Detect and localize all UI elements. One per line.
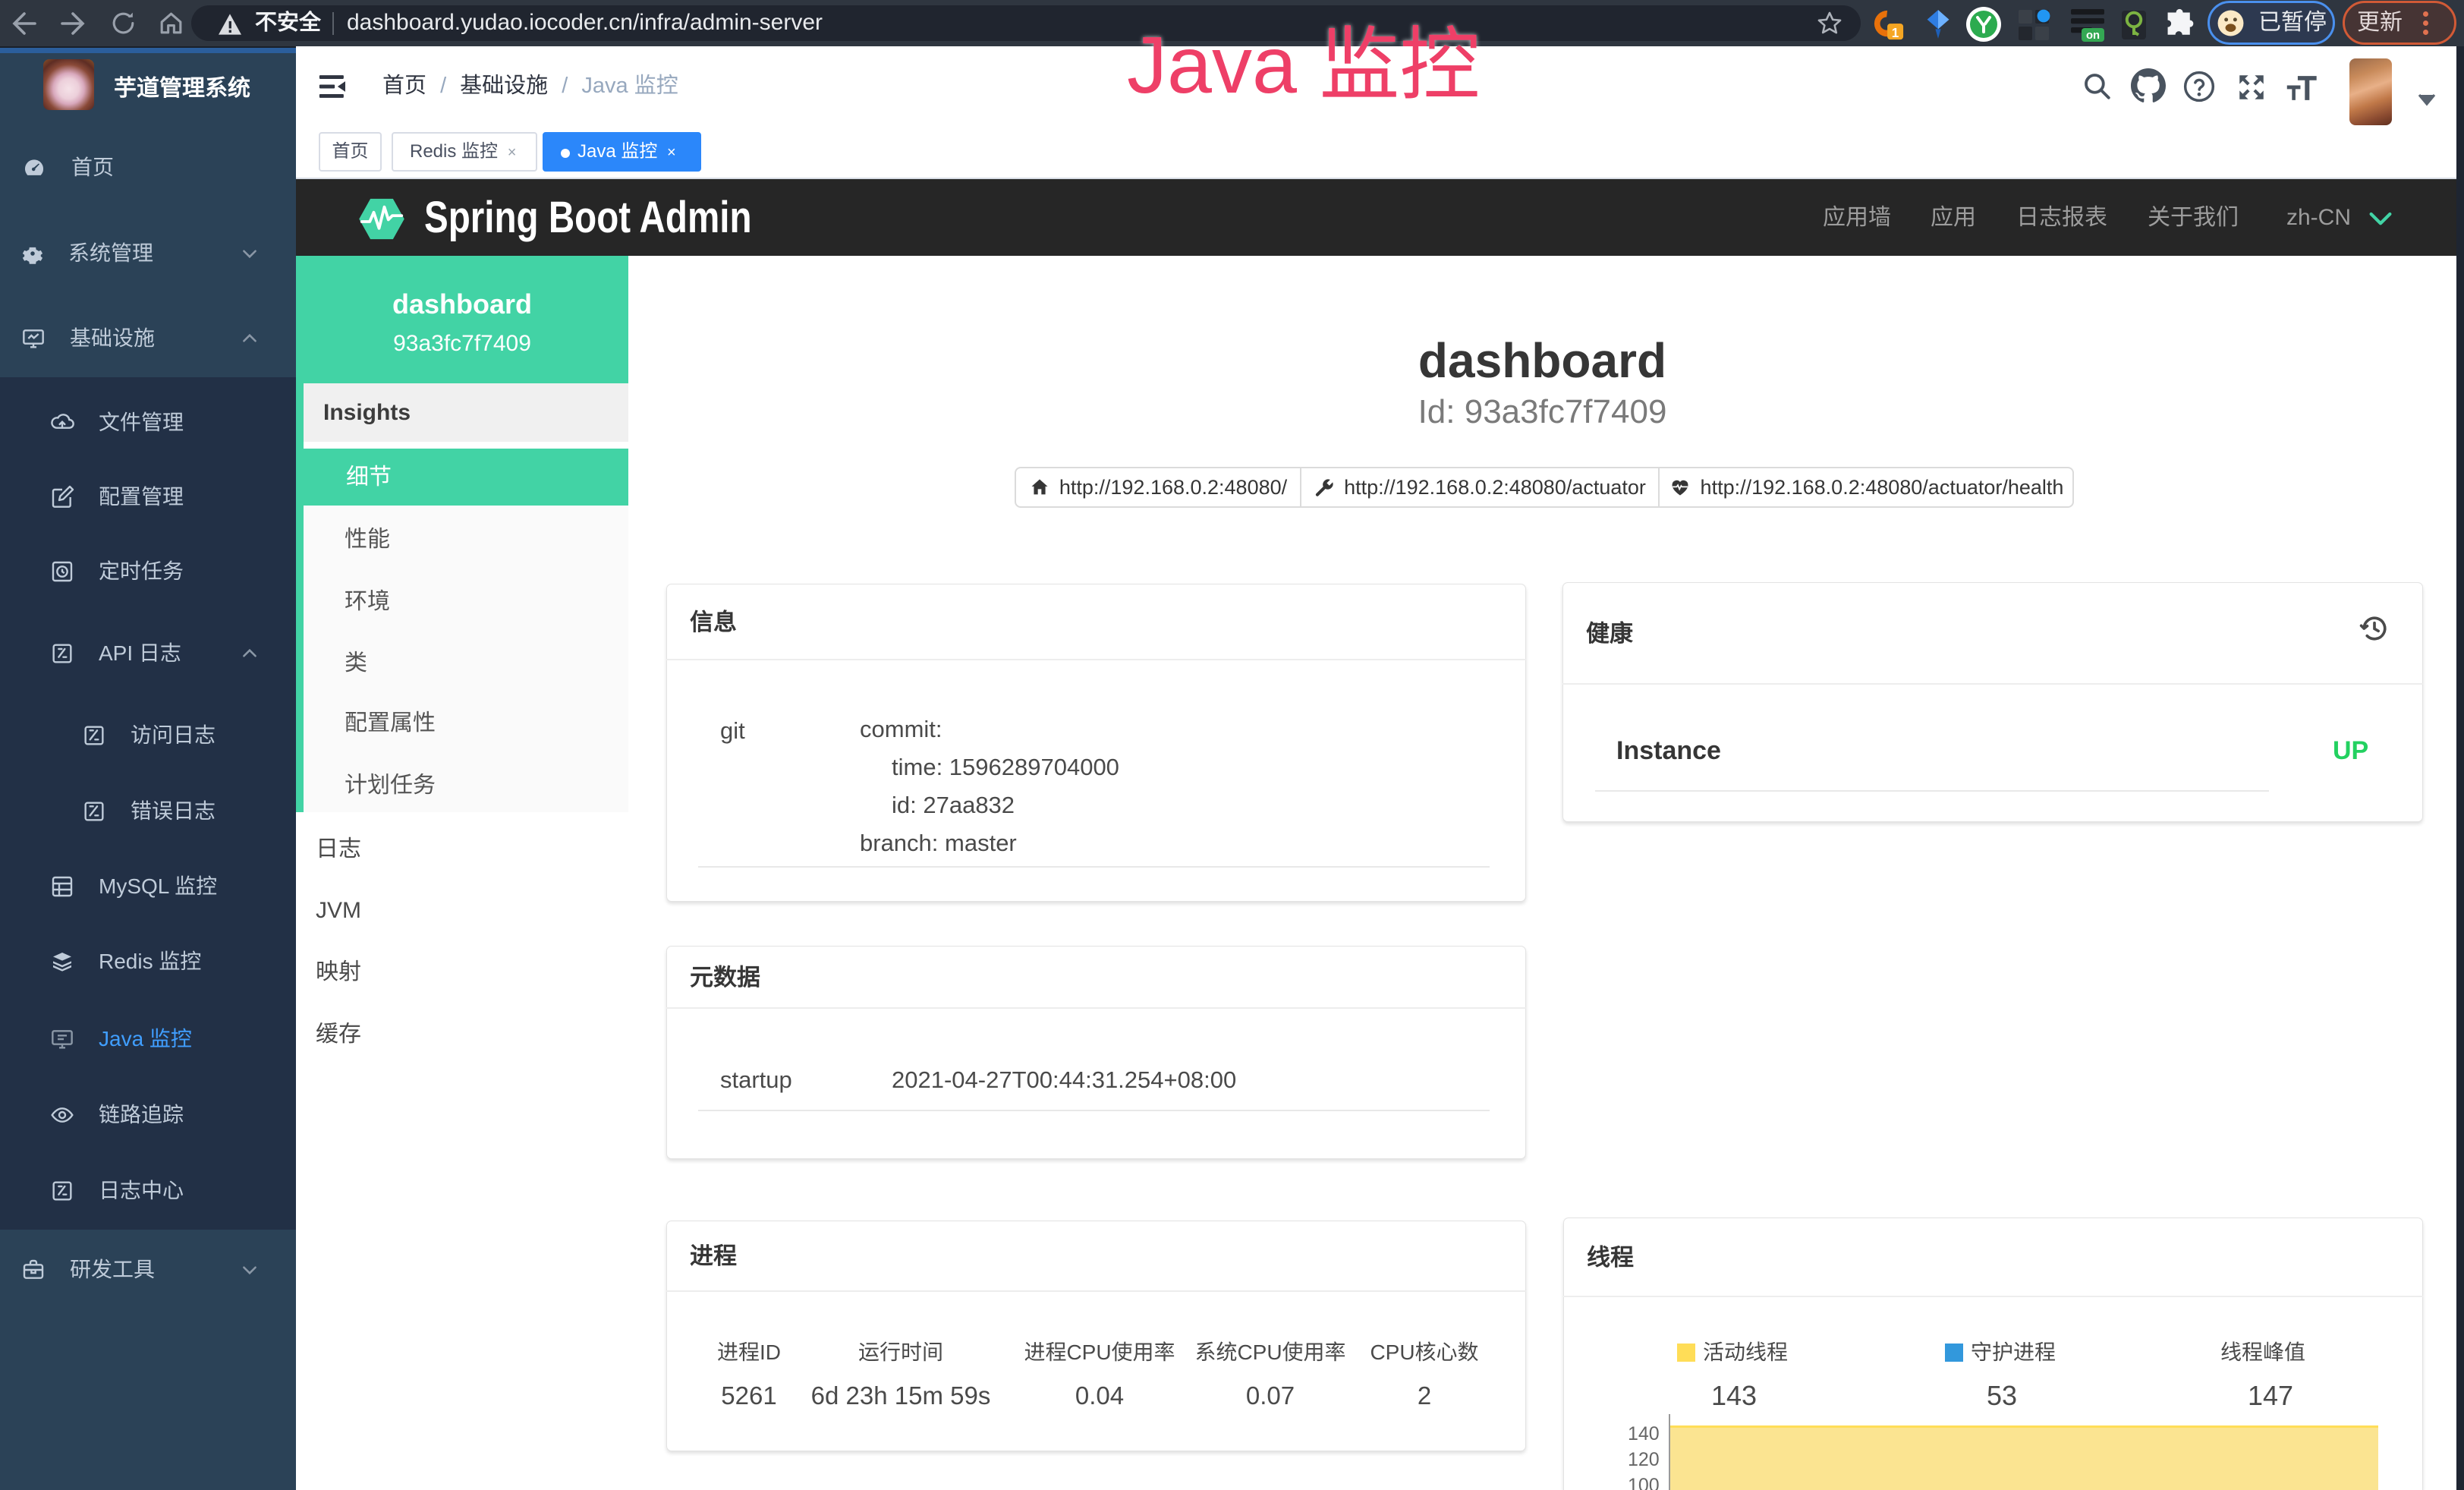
svg-text:on: on	[2086, 30, 2100, 42]
svg-text:1: 1	[1892, 25, 1899, 40]
